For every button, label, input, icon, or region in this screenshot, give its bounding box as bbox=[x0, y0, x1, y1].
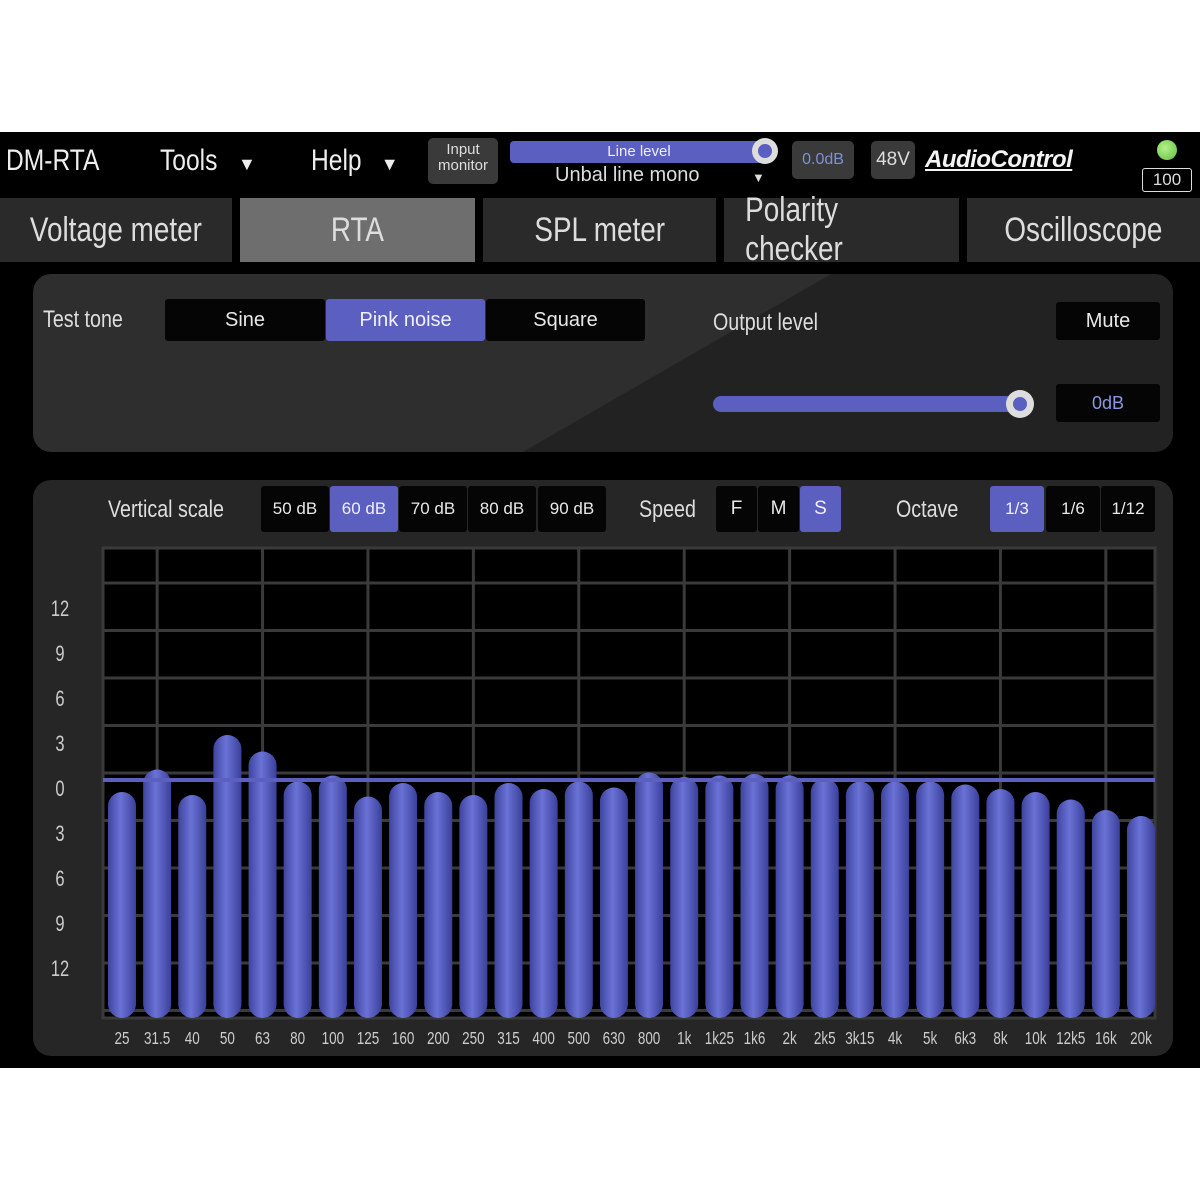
rta-bar-8k bbox=[986, 789, 1015, 1018]
x-tick-label: 4k bbox=[888, 1029, 902, 1048]
rta-bar-2k bbox=[775, 775, 804, 1018]
rta-bar-400 bbox=[529, 789, 558, 1018]
rta-bar-125 bbox=[353, 796, 382, 1018]
y-tick-label: 0 bbox=[55, 777, 64, 802]
x-tick-label: 20k bbox=[1130, 1029, 1152, 1048]
y-tick-label: 3 bbox=[55, 822, 64, 847]
y-tick-label: 12 bbox=[51, 597, 69, 622]
x-tick-label: 2k bbox=[782, 1029, 796, 1048]
rta-bar-4k bbox=[881, 781, 910, 1018]
rta-bar-50 bbox=[213, 735, 242, 1018]
x-tick-label: 50 bbox=[220, 1029, 235, 1048]
app-window: DM-RTA Tools ▼ Help ▼ Input monitor Line l… bbox=[0, 132, 1200, 1068]
x-tick-label: 12k5 bbox=[1056, 1029, 1085, 1048]
x-tick-label: 80 bbox=[290, 1029, 305, 1048]
rta-bar-31.5 bbox=[143, 769, 172, 1018]
rta-bar-160 bbox=[389, 783, 418, 1018]
x-tick-label: 200 bbox=[427, 1029, 450, 1048]
x-tick-label: 1k bbox=[677, 1029, 691, 1048]
rta-bar-500 bbox=[564, 781, 593, 1018]
x-tick-label: 100 bbox=[322, 1029, 345, 1048]
y-tick-label: 9 bbox=[55, 912, 64, 937]
x-tick-label: 800 bbox=[638, 1029, 661, 1048]
x-tick-label: 315 bbox=[497, 1029, 520, 1048]
rta-bar-200 bbox=[424, 792, 453, 1018]
y-tick-label: 12 bbox=[51, 957, 69, 982]
x-tick-label: 160 bbox=[392, 1029, 415, 1048]
x-tick-label: 40 bbox=[185, 1029, 200, 1048]
x-tick-label: 16k bbox=[1095, 1029, 1117, 1048]
x-tick-label: 500 bbox=[568, 1029, 591, 1048]
y-tick-label: 3 bbox=[55, 732, 64, 757]
rta-bar-5k bbox=[916, 781, 945, 1018]
rta-bar-20k bbox=[1127, 816, 1155, 1018]
rta-bar-80 bbox=[283, 781, 312, 1018]
rta-bar-40 bbox=[178, 795, 207, 1018]
rta-bar-10k bbox=[1021, 792, 1050, 1018]
rta-bar-315 bbox=[494, 783, 523, 1018]
y-tick-label: 6 bbox=[55, 687, 64, 712]
x-tick-label: 25 bbox=[114, 1029, 129, 1048]
rta-bar-16k bbox=[1091, 810, 1120, 1018]
rta-bar-100 bbox=[318, 775, 347, 1018]
x-tick-label: 125 bbox=[357, 1029, 380, 1048]
x-tick-label: 1k6 bbox=[744, 1029, 766, 1048]
x-tick-label: 5k bbox=[923, 1029, 937, 1048]
x-tick-label: 8k bbox=[993, 1029, 1007, 1048]
rta-chart: 1296303691225 31.5 40 50 63 80 100 125 160 200 250… bbox=[51, 546, 1157, 1049]
rta-bar-3k15 bbox=[845, 781, 874, 1018]
rta-bar-1k6 bbox=[740, 774, 769, 1018]
x-tick-label: 2k5 bbox=[814, 1029, 836, 1048]
x-tick-label: 6k3 bbox=[954, 1029, 976, 1048]
x-tick-label: 31.5 bbox=[144, 1029, 170, 1048]
x-tick-label: 1k25 bbox=[705, 1029, 734, 1048]
x-tick-label: 630 bbox=[603, 1029, 626, 1048]
rta-bar-25 bbox=[108, 792, 136, 1018]
rta-bar-6k3 bbox=[951, 784, 980, 1018]
rta-bar-800 bbox=[635, 772, 664, 1018]
x-tick-label: 10k bbox=[1025, 1029, 1047, 1048]
rta-bar-630 bbox=[599, 787, 628, 1018]
rta-bar-63 bbox=[248, 751, 277, 1018]
x-tick-label: 250 bbox=[462, 1029, 485, 1048]
rta-bar-250 bbox=[459, 795, 488, 1018]
rta-bar-2k5 bbox=[810, 778, 839, 1018]
x-tick-label: 400 bbox=[532, 1029, 555, 1048]
y-tick-label: 9 bbox=[55, 642, 64, 667]
y-tick-label: 6 bbox=[55, 867, 64, 892]
rta-bar-12k5 bbox=[1056, 799, 1085, 1018]
rta-bar-1k bbox=[670, 777, 699, 1018]
rta-bar-1k25 bbox=[705, 775, 734, 1018]
x-tick-label: 3k15 bbox=[845, 1029, 874, 1048]
x-tick-label: 63 bbox=[255, 1029, 270, 1048]
